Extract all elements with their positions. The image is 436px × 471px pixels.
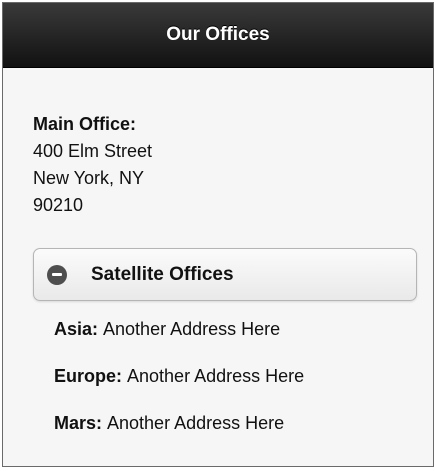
office-region: Mars: [54, 413, 108, 433]
list-item: Mars: Another Address Here [54, 413, 433, 434]
list-item: Asia: Another Address Here [54, 319, 433, 340]
page-content: Main Office: 400 Elm Street New York, NY… [3, 68, 433, 434]
office-region: Europe: [54, 366, 128, 386]
office-address: Another Address Here [107, 413, 285, 433]
minus-circle-icon [47, 264, 67, 285]
main-office-zip: 90210 [33, 195, 84, 215]
header-bar: Our Offices [3, 3, 433, 68]
office-address: Another Address Here [127, 366, 305, 386]
app-frame: Our Offices Main Office: 400 Elm Street … [2, 2, 434, 467]
page-title: Our Offices [166, 24, 270, 45]
list-item: Europe: Another Address Here [54, 366, 433, 387]
main-office-street: 400 Elm Street [33, 141, 153, 161]
main-office-city: New York, NY [33, 168, 145, 188]
satellite-offices-toggle[interactable]: Satellite Offices [33, 248, 417, 301]
office-address: Another Address Here [103, 319, 281, 339]
main-office-label: Main Office: [33, 114, 137, 134]
satellite-offices-list: Asia: Another Address Here Europe: Anoth… [33, 301, 433, 434]
main-office-address: Main Office: 400 Elm Street New York, NY… [33, 111, 433, 219]
office-region: Asia: [54, 319, 104, 339]
satellite-offices-title: Satellite Offices [91, 263, 234, 285]
